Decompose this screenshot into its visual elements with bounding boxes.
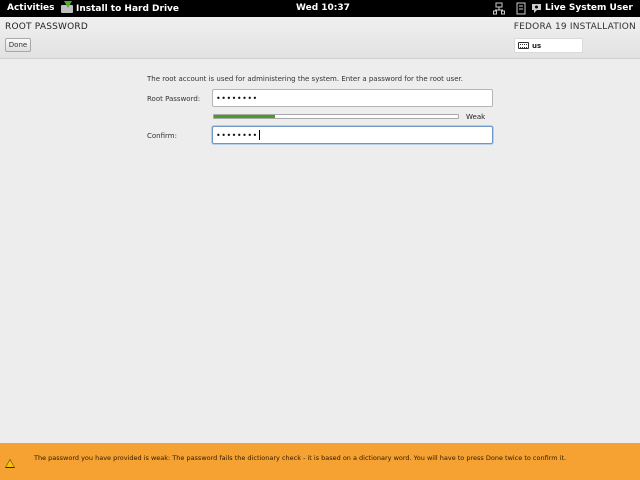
top-bar: Activities Install to Hard Drive Wed 10:… [0,0,640,17]
keyboard-layout-label: us [532,42,542,50]
warning-icon [5,459,15,468]
root-password-field[interactable]: •••••••• [212,89,493,107]
user-menu[interactable]: Live System User [545,3,633,13]
keyboard-icon [518,42,529,49]
install-to-hard-drive-icon [61,1,75,16]
activities-button[interactable]: Activities [7,3,55,13]
clock[interactable]: Wed 10:37 [296,3,350,13]
text-caret [258,130,260,140]
confirm-password-value: •••••••• [216,130,258,140]
page-title: ROOT PASSWORD [5,22,88,32]
user-status-icon[interactable] [531,2,542,15]
password-strength-fill [214,115,275,118]
keyboard-layout-indicator[interactable]: us [514,38,583,53]
intro-text: The root account is used for administeri… [147,75,463,83]
warning-bar[interactable]: The password you have provided is weak: … [0,443,640,480]
confirm-password-field[interactable]: •••••••• [212,126,493,144]
password-strength-bar [213,114,459,119]
confirm-label: Confirm: [147,132,177,140]
install-title: FEDORA 19 INSTALLATION [513,22,636,32]
removable-drive-icon[interactable] [516,2,526,15]
app-menu-label: Install to Hard Drive [76,3,179,14]
root-password-label: Root Password: [147,95,201,103]
app-menu[interactable]: Install to Hard Drive [61,0,179,17]
network-icon[interactable] [493,2,505,15]
warning-text: The password you have provided is weak: … [34,454,567,462]
password-strength-label: Weak [466,113,486,121]
root-password-value: •••••••• [216,93,258,103]
done-button[interactable]: Done [5,38,31,52]
